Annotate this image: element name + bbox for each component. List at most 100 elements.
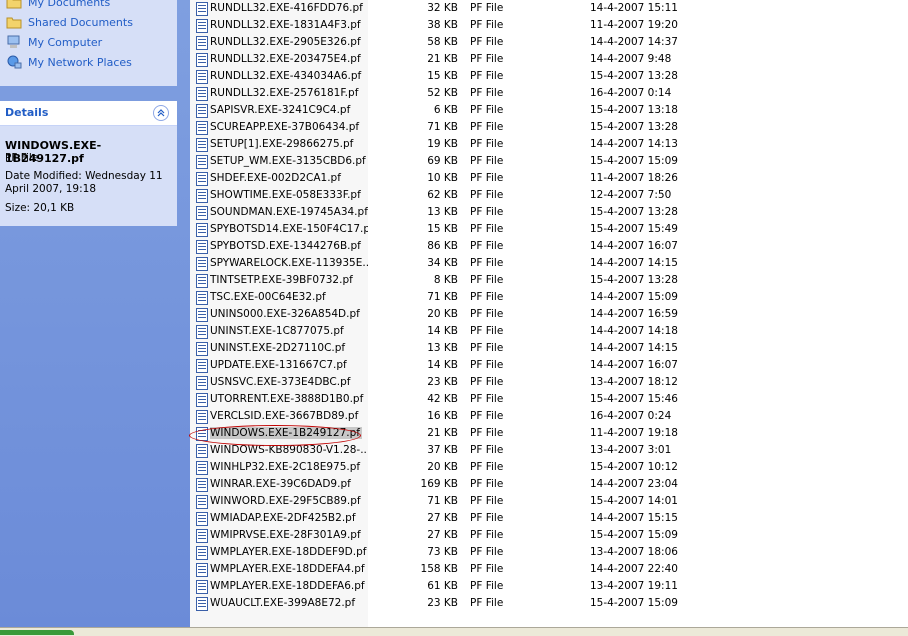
file-date-modified: 14-4-2007 14:13 bbox=[590, 138, 678, 150]
file-date-modified: 14-4-2007 9:48 bbox=[590, 53, 672, 65]
file-row[interactable]: WINHLP32.EXE-2C18E975.pf 20 KB PF File 15-4… bbox=[190, 459, 908, 476]
file-row[interactable]: RUNDLL32.EXE-416FDD76.pf 32 KB PF File 14-4… bbox=[190, 0, 908, 17]
file-name: WINHLP32.EXE-2C18E975.pf bbox=[210, 461, 361, 473]
file-date-modified: 15-4-2007 13:28 bbox=[590, 70, 678, 82]
file-date-modified: 13-4-2007 18:12 bbox=[590, 376, 678, 388]
file-row[interactable]: UPDATE.EXE-131667C7.pf 14 KB PF File 14-4-2… bbox=[190, 357, 908, 374]
pf-file-icon bbox=[196, 70, 208, 84]
place-my-documents[interactable]: My Documents bbox=[6, 0, 110, 11]
pf-file-icon bbox=[196, 427, 208, 441]
pf-file-icon bbox=[196, 495, 208, 509]
file-name: WMIPRVSE.EXE-28F301A9.pf bbox=[210, 529, 361, 541]
pf-file-icon bbox=[196, 580, 208, 594]
file-row[interactable]: WINWORD.EXE-29F5CB89.pf 71 KB PF File 15-4-… bbox=[190, 493, 908, 510]
file-row[interactable]: SETUP[1].EXE-29866275.pf 19 KB PF File 14-4… bbox=[190, 136, 908, 153]
file-date-modified: 11-4-2007 19:20 bbox=[590, 19, 678, 31]
details-panel-header[interactable]: Details bbox=[0, 101, 177, 126]
file-type: PF File bbox=[470, 240, 504, 252]
start-button[interactable] bbox=[0, 630, 74, 635]
place-shared-documents[interactable]: Shared Documents bbox=[6, 13, 133, 31]
file-type: PF File bbox=[470, 291, 504, 303]
file-name: RUNDLL32.EXE-1831A4F3.pf bbox=[210, 19, 361, 31]
file-row[interactable]: WMIPRVSE.EXE-28F301A9.pf 27 KB PF File 15-4… bbox=[190, 527, 908, 544]
file-row[interactable]: TSC.EXE-00C64E32.pf 71 KB PF File 14-4-2007… bbox=[190, 289, 908, 306]
folder-shared-icon bbox=[6, 15, 22, 29]
file-row[interactable]: RUNDLL32.EXE-434034A6.pf 15 KB PF File 15-4… bbox=[190, 68, 908, 85]
file-type: PF File bbox=[470, 478, 504, 490]
file-row[interactable]: USNSVC.EXE-373E4DBC.pf 23 KB PF File 13-4-2… bbox=[190, 374, 908, 391]
file-row[interactable]: SOUNDMAN.EXE-19745A34.pf 13 KB PF File 15-4… bbox=[190, 204, 908, 221]
file-row[interactable]: SAPISVR.EXE-3241C9C4.pf 6 KB PF File 15-4-2… bbox=[190, 102, 908, 119]
file-type: PF File bbox=[470, 104, 504, 116]
file-date-modified: 16-4-2007 0:14 bbox=[590, 87, 672, 99]
pf-file-icon bbox=[196, 478, 208, 492]
file-date-modified: 14-4-2007 14:18 bbox=[590, 325, 678, 337]
pf-file-icon bbox=[196, 138, 208, 152]
pf-file-icon bbox=[196, 155, 208, 169]
file-row[interactable]: UNINS000.EXE-326A854D.pf 20 KB PF File 14-4… bbox=[190, 306, 908, 323]
file-type: PF File bbox=[470, 121, 504, 133]
file-row[interactable]: WINDOWS.EXE-1B249127.pf 21 KB PF File 11-4-… bbox=[190, 425, 908, 442]
file-row[interactable]: RUNDLL32.EXE-2576181F.pf 52 KB PF File 16-4… bbox=[190, 85, 908, 102]
file-row[interactable]: UTORRENT.EXE-3888D1B0.pf 42 KB PF File 15-4… bbox=[190, 391, 908, 408]
file-row[interactable]: SETUP_WM.EXE-3135CBD6.pf 69 KB PF File 15-4… bbox=[190, 153, 908, 170]
pf-file-icon bbox=[196, 53, 208, 67]
file-row[interactable]: SCUREAPP.EXE-37B06434.pf 71 KB PF File 15-4… bbox=[190, 119, 908, 136]
file-row[interactable]: WUAUCLT.EXE-399A8E72.pf 23 KB PF File 15-4-… bbox=[190, 595, 908, 612]
file-date-modified: 15-4-2007 10:12 bbox=[590, 461, 678, 473]
file-date-modified: 13-4-2007 3:01 bbox=[590, 444, 672, 456]
file-size: 69 KB bbox=[427, 155, 458, 167]
file-row[interactable]: SPYBOTSD.EXE-1344276B.pf 86 KB PF File 14-4… bbox=[190, 238, 908, 255]
file-row[interactable]: WINDOWS-KB890830-V1.28-... 37 KB PF File 13… bbox=[190, 442, 908, 459]
file-date-modified: 14-4-2007 16:59 bbox=[590, 308, 678, 320]
collapse-chevron-icon[interactable] bbox=[153, 105, 169, 121]
file-row[interactable]: VERCLSID.EXE-3667BD89.pf 16 KB PF File 16-4… bbox=[190, 408, 908, 425]
file-row[interactable]: RUNDLL32.EXE-1831A4F3.pf 38 KB PF File 11-4… bbox=[190, 17, 908, 34]
file-size: 158 KB bbox=[420, 563, 458, 575]
details-modified-line2: April 2007, 19:18 bbox=[5, 183, 96, 195]
file-list-view[interactable]: RUNDLL32.EXE-416FDD76.pf 32 KB PF File 14-4… bbox=[190, 0, 908, 627]
file-type: PF File bbox=[470, 597, 504, 609]
file-name: WMPLAYER.EXE-18DDEFA4.pf bbox=[210, 563, 365, 575]
file-row[interactable]: WMIADAP.EXE-2DF425B2.pf 27 KB PF File 14-4-… bbox=[190, 510, 908, 527]
file-name: RUNDLL32.EXE-203475E4.pf bbox=[210, 53, 361, 65]
file-row[interactable]: SHOWTIME.EXE-058E333F.pf 62 KB PF File 12-4… bbox=[190, 187, 908, 204]
file-date-modified: 14-4-2007 16:07 bbox=[590, 240, 678, 252]
file-row[interactable]: UNINST.EXE-2D27110C.pf 13 KB PF File 14-4-2… bbox=[190, 340, 908, 357]
file-name: WINDOWS.EXE-1B249127.pf bbox=[210, 427, 362, 439]
pf-file-icon bbox=[196, 104, 208, 118]
file-row[interactable]: RUNDLL32.EXE-2905E326.pf 58 KB PF File 14-4… bbox=[190, 34, 908, 51]
file-row[interactable]: SPYWARELOCK.EXE-113935E... 34 KB PF File 14… bbox=[190, 255, 908, 272]
place-label: My Computer bbox=[28, 35, 103, 49]
file-name: RUNDLL32.EXE-2905E326.pf bbox=[210, 36, 361, 48]
pf-file-icon bbox=[196, 529, 208, 543]
file-row[interactable]: SPYBOTSD14.EXE-150F4C17.pf 15 KB PF File 15… bbox=[190, 221, 908, 238]
file-name: SHDEF.EXE-002D2CA1.pf bbox=[210, 172, 341, 184]
file-date-modified: 12-4-2007 7:50 bbox=[590, 189, 672, 201]
file-type: PF File bbox=[470, 444, 504, 456]
file-date-modified: 16-4-2007 0:24 bbox=[590, 410, 672, 422]
file-name: WMPLAYER.EXE-18DDEFA6.pf bbox=[210, 580, 365, 592]
file-date-modified: 14-4-2007 15:15 bbox=[590, 512, 678, 524]
file-date-modified: 15-4-2007 15:09 bbox=[590, 155, 678, 167]
network-places-icon bbox=[6, 55, 22, 69]
file-size: 21 KB bbox=[427, 53, 458, 65]
pf-file-icon bbox=[196, 359, 208, 373]
file-row[interactable]: WINRAR.EXE-39C6DAD9.pf 169 KB PF File 14-4-… bbox=[190, 476, 908, 493]
file-row[interactable]: RUNDLL32.EXE-203475E4.pf 21 KB PF File 14-4… bbox=[190, 51, 908, 68]
file-date-modified: 15-4-2007 14:01 bbox=[590, 495, 678, 507]
file-type: PF File bbox=[470, 529, 504, 541]
file-size: 23 KB bbox=[427, 376, 458, 388]
file-row[interactable]: UNINST.EXE-1C877075.pf 14 KB PF File 14-4-2… bbox=[190, 323, 908, 340]
file-row[interactable]: WMPLAYER.EXE-18DDEFA6.pf 61 KB PF File 13-4… bbox=[190, 578, 908, 595]
file-row[interactable]: TINTSETP.EXE-39BF0732.pf 8 KB PF File 15-4-… bbox=[190, 272, 908, 289]
file-size: 27 KB bbox=[427, 529, 458, 541]
pf-file-icon bbox=[196, 546, 208, 560]
file-row[interactable]: WMPLAYER.EXE-18DDEFA4.pf 158 KB PF File 14-… bbox=[190, 561, 908, 578]
file-name: UNINS000.EXE-326A854D.pf bbox=[210, 308, 360, 320]
file-size: 8 KB bbox=[433, 274, 458, 286]
place-my-computer[interactable]: My Computer bbox=[6, 33, 102, 51]
file-row[interactable]: SHDEF.EXE-002D2CA1.pf 10 KB PF File 11-4-20… bbox=[190, 170, 908, 187]
file-row[interactable]: WMPLAYER.EXE-18DDEF9D.pf 73 KB PF File 13-4… bbox=[190, 544, 908, 561]
place-my-network-places[interactable]: My Network Places bbox=[6, 53, 132, 71]
